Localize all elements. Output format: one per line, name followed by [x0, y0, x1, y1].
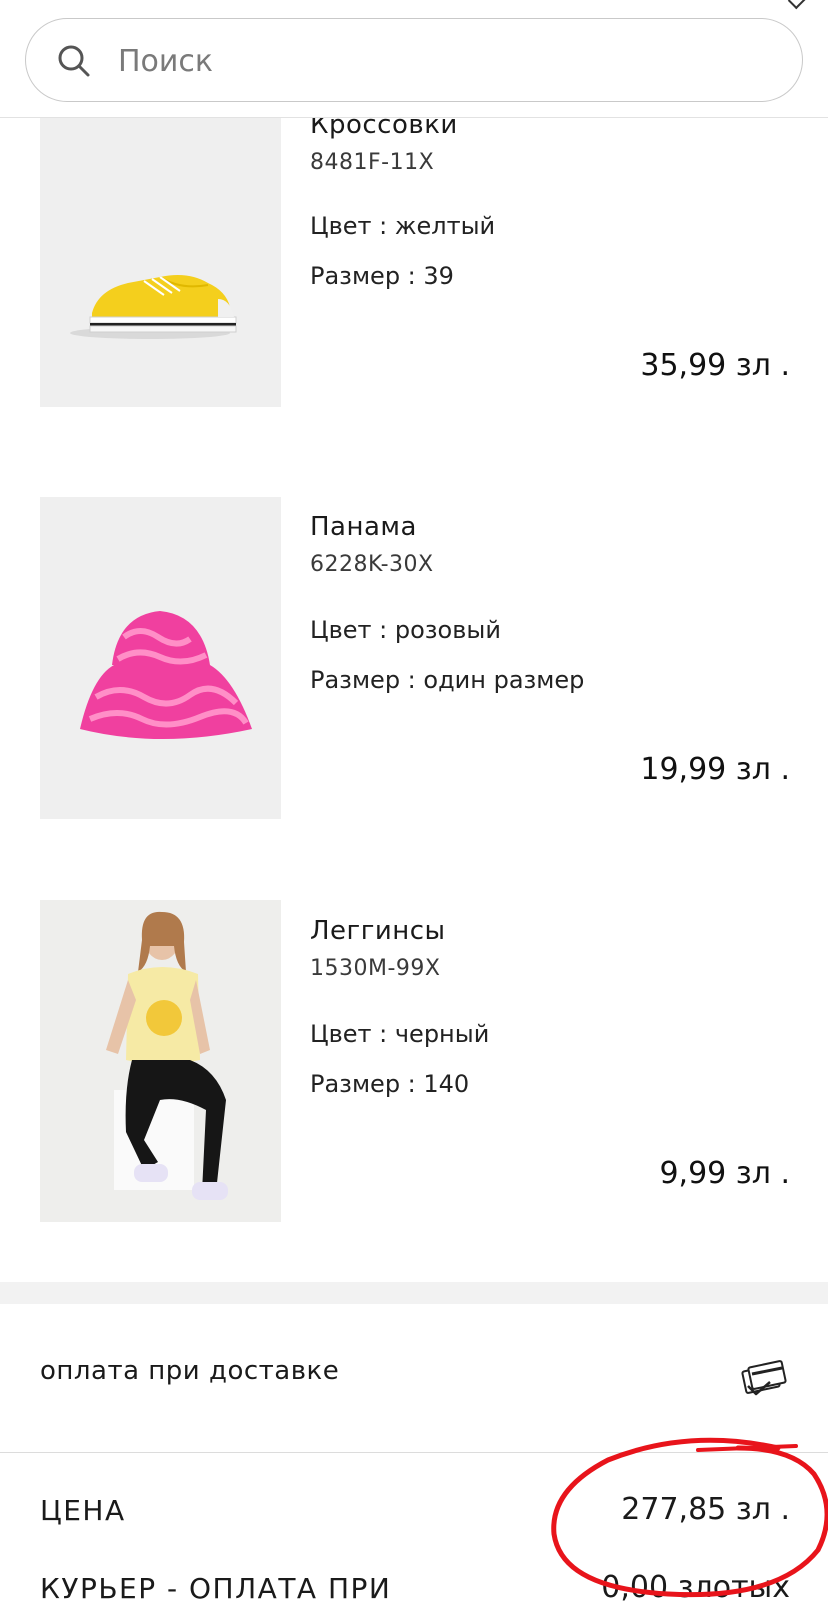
product-color: Цвет : черный	[310, 1020, 490, 1048]
product-sku: 1530M-99X	[310, 956, 441, 981]
chevron-icon	[787, 0, 807, 10]
payment-method-label: оплата при доставке	[40, 1356, 340, 1386]
product-size: Размер : 39	[310, 262, 454, 290]
price-value: 277,85 зл .	[621, 1492, 790, 1527]
header-bar	[0, 0, 828, 118]
product-image-leggings[interactable]	[40, 900, 281, 1222]
hat-image	[80, 611, 252, 739]
product-sku: 6228K-30X	[310, 552, 434, 577]
sneaker-image	[70, 275, 237, 339]
product-color: Цвет : розовый	[310, 616, 501, 644]
product-size: Размер : один размер	[310, 666, 585, 694]
model-image	[106, 911, 228, 1200]
section-divider	[0, 1282, 828, 1304]
product-image-sneakers[interactable]	[40, 85, 281, 407]
product-image-hat[interactable]	[40, 497, 281, 819]
product-price: 35,99 зл .	[640, 348, 790, 383]
search-input[interactable]	[116, 33, 760, 89]
search-box[interactable]	[25, 18, 803, 102]
product-name[interactable]: Панама	[310, 512, 417, 542]
courier-label: КУРЬЕР - ОПЛАТА ПРИ	[40, 1572, 392, 1605]
payment-card-icon	[741, 1360, 787, 1396]
product-size: Размер : 140	[310, 1070, 470, 1098]
product-color: Цвет : желтый	[310, 212, 496, 240]
product-price: 19,99 зл .	[640, 752, 790, 787]
product-sku: 8481F-11X	[310, 150, 435, 175]
product-name[interactable]: Леггинсы	[310, 916, 446, 946]
payment-method-row[interactable]: оплата при доставке	[0, 1304, 828, 1453]
product-price: 9,99 зл .	[659, 1156, 790, 1191]
search-icon[interactable]	[54, 41, 94, 81]
price-label: ЦЕНА	[40, 1494, 126, 1527]
